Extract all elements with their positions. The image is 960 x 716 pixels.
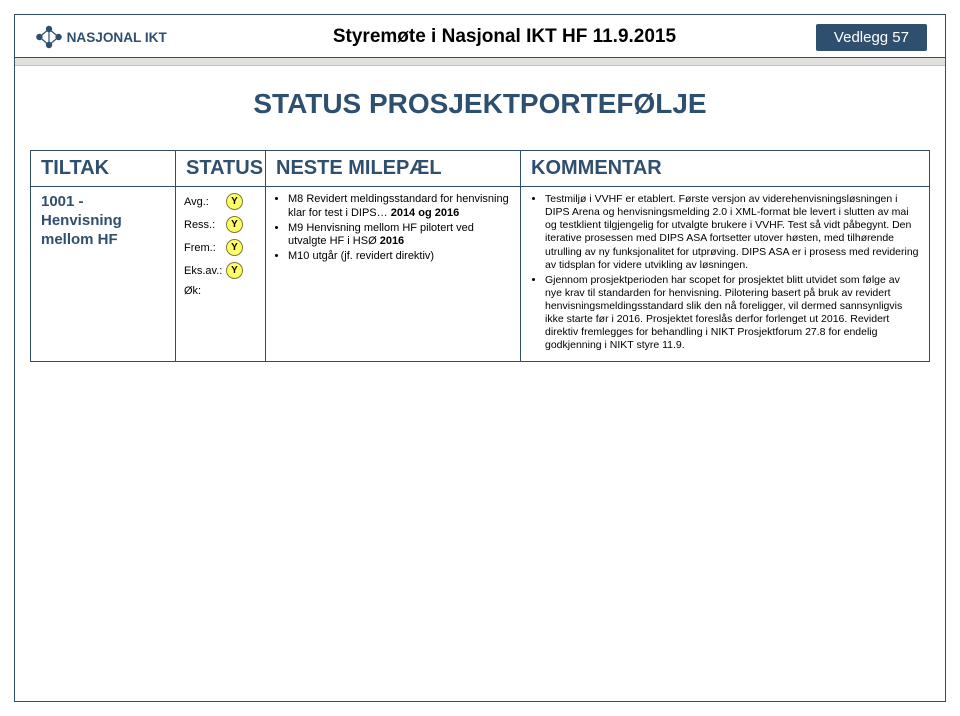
th-status: STATUS — [176, 151, 266, 187]
logo-svg: NASJONAL IKT — [33, 21, 193, 53]
cell-kommentar: Testmiljø i VVHF er etablert. Første ver… — [521, 187, 930, 362]
th-tiltak: TILTAK — [31, 151, 176, 187]
th-kommentar: KOMMENTAR — [521, 151, 930, 187]
page-border: NASJONAL IKT Styremøte i Nasjonal IKT HF… — [14, 14, 946, 702]
status-row-avg: Avg.: Y — [184, 193, 257, 210]
th-neste: NESTE MILEPÆL — [266, 151, 521, 187]
status-label: Ress.: — [184, 219, 220, 231]
status-badge: Y — [226, 239, 243, 256]
milestone-item: M10 utgår (jf. revidert direktiv) — [288, 250, 512, 264]
status-row-frem: Frem.: Y — [184, 239, 257, 256]
status-badge: Y — [226, 262, 243, 279]
cell-tiltak: 1001 - Henvisning mellom HF — [31, 187, 176, 362]
milestone-bold: 2016 — [380, 235, 404, 247]
table-row: 1001 - Henvisning mellom HF Avg.: Y Ress… — [31, 187, 930, 362]
status-row-eksav: Eks.av.: Y — [184, 262, 257, 279]
cell-neste: M8 Revidert meldingsstandard for henvisn… — [266, 187, 521, 362]
cell-status: Avg.: Y Ress.: Y Frem.: Y Eks.av.: Y — [176, 187, 266, 362]
header-title: Styremøte i Nasjonal IKT HF 11.9.2015 — [333, 26, 676, 48]
status-label: Frem.: — [184, 242, 220, 254]
header-badge: Vedlegg 57 — [816, 24, 927, 51]
status-row-ok: Øk: — [184, 285, 257, 297]
status-badge: Y — [226, 193, 243, 210]
table-header-row: TILTAK STATUS NESTE MILEPÆL KOMMENTAR — [31, 151, 930, 187]
status-label: Øk: — [184, 285, 220, 297]
status-row-ress: Ress.: Y — [184, 216, 257, 233]
logo-text: NASJONAL IKT — [67, 30, 168, 45]
main-title: STATUS PROSJEKTPORTEFØLJE — [15, 88, 945, 120]
status-label: Eks.av.: — [184, 265, 220, 277]
header: NASJONAL IKT Styremøte i Nasjonal IKT HF… — [15, 15, 945, 58]
status-label: Avg.: — [184, 196, 220, 208]
kommentar-item: Gjennom prosjektperioden har scopet for … — [545, 274, 919, 353]
milestone-bold: 2014 og 2016 — [391, 207, 460, 219]
project-table: TILTAK STATUS NESTE MILEPÆL KOMMENTAR 10… — [30, 150, 930, 362]
logo: NASJONAL IKT — [33, 21, 193, 53]
subheader-bar — [15, 58, 945, 66]
status-badge: Y — [226, 216, 243, 233]
milestone-item: M8 Revidert meldingsstandard for henvisn… — [288, 193, 512, 221]
milestone-item: M9 Henvisning mellom HF pilotert ved utv… — [288, 222, 512, 250]
kommentar-item: Testmiljø i VVHF er etablert. Første ver… — [545, 193, 919, 272]
